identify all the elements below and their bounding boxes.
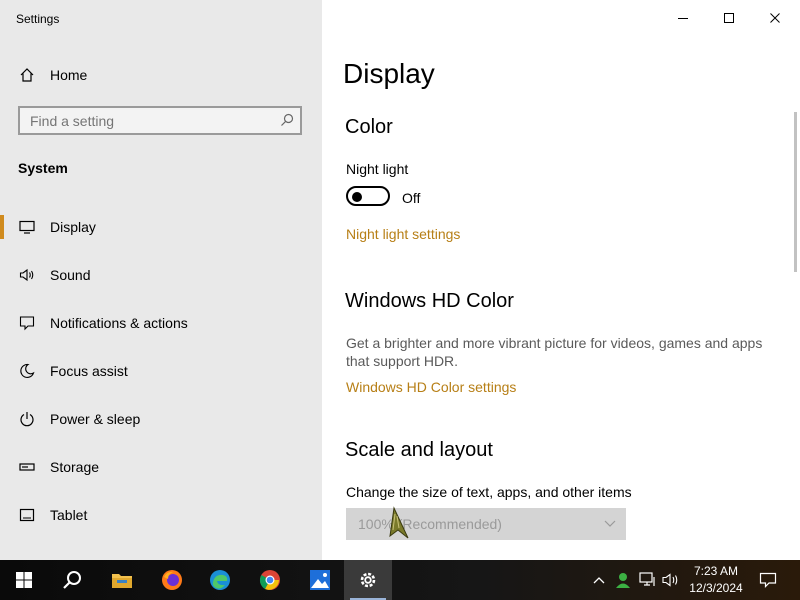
scrollbar[interactable]	[794, 112, 797, 272]
user-tray-button[interactable]	[612, 560, 634, 600]
photos-button[interactable]	[296, 560, 344, 600]
search-box[interactable]	[18, 106, 302, 135]
settings-icon	[358, 570, 378, 590]
sidebar-item-storage[interactable]: Storage	[0, 443, 322, 491]
clock-date: 12/3/2024	[689, 581, 743, 595]
hd-color-description: Get a brighter and more vibrant picture …	[346, 335, 763, 369]
sidebar-item-power-sleep[interactable]: Power & sleep	[0, 395, 322, 443]
edge-icon	[209, 569, 231, 591]
notification-center-button[interactable]	[754, 560, 782, 600]
chevron-up-icon	[593, 576, 605, 584]
sidebar-item-focus-assist[interactable]: Focus assist	[0, 347, 322, 395]
notification-icon	[18, 314, 36, 332]
nav-list: Display Sound Notifications & actions Fo…	[0, 203, 322, 539]
chevron-down-icon	[604, 518, 616, 528]
sidebar-item-label: Storage	[50, 459, 100, 475]
notification-center-icon	[759, 572, 777, 588]
toggle-knob	[352, 192, 362, 202]
scale-value: 100% (Recommended)	[358, 516, 502, 532]
network-icon	[639, 572, 657, 588]
home-icon	[18, 66, 36, 84]
sidebar: Settings Home System Display	[0, 0, 322, 560]
scale-layout-heading: Scale and layout	[345, 439, 493, 461]
sidebar-item-sound[interactable]: Sound	[0, 251, 322, 299]
sidebar-item-label: Tablet	[50, 507, 88, 523]
speaker-icon	[18, 266, 36, 284]
search-input[interactable]	[20, 108, 270, 133]
sidebar-item-tablet[interactable]: Tablet	[0, 491, 322, 539]
taskbar: 7:23 AM 12/3/2024	[0, 560, 800, 600]
start-icon	[15, 571, 33, 589]
search-icon	[62, 570, 82, 590]
hd-color-heading: Windows HD Color	[345, 290, 514, 312]
sidebar-item-label: Power & sleep	[50, 411, 141, 427]
cursor-icon	[386, 506, 412, 540]
sidebar-item-label: Sound	[50, 267, 91, 283]
sidebar-item-display[interactable]: Display	[0, 203, 322, 251]
storage-icon	[18, 458, 36, 476]
edge-button[interactable]	[196, 560, 244, 600]
settings-window: Settings Home System Display	[0, 0, 800, 560]
power-icon	[18, 410, 36, 428]
page-title: Display	[343, 58, 435, 89]
taskbar-clock[interactable]: 7:23 AM 12/3/2024	[684, 563, 748, 597]
chrome-button[interactable]	[246, 560, 294, 600]
color-heading: Color	[345, 116, 393, 138]
photos-icon	[309, 569, 331, 591]
volume-icon	[662, 572, 680, 588]
tablet-icon	[18, 506, 36, 524]
file-explorer-icon	[111, 571, 133, 589]
window-title: Settings	[16, 12, 60, 26]
chrome-icon	[259, 569, 281, 591]
hd-color-settings-link[interactable]: Windows HD Color settings	[346, 379, 516, 395]
user-icon	[614, 571, 632, 589]
home-label: Home	[50, 67, 88, 83]
settings-taskbar-button[interactable]	[344, 560, 392, 600]
change-size-label: Change the size of text, apps, and other…	[346, 484, 632, 500]
sidebar-item-notifications[interactable]: Notifications & actions	[0, 299, 322, 347]
night-light-settings-link[interactable]: Night light settings	[346, 226, 460, 242]
sidebar-item-label: Focus assist	[50, 363, 128, 379]
monitor-icon	[18, 218, 36, 236]
sidebar-item-label: Notifications & actions	[50, 315, 188, 331]
network-tray-button[interactable]	[637, 560, 659, 600]
search-icon[interactable]	[280, 113, 294, 127]
night-light-label: Night light	[346, 161, 409, 177]
night-light-toggle[interactable]	[346, 186, 390, 206]
file-explorer-button[interactable]	[98, 560, 146, 600]
moon-icon	[18, 362, 36, 380]
firefox-icon	[161, 569, 183, 591]
show-hidden-icons-button[interactable]	[590, 560, 608, 600]
sidebar-item-label: Display	[50, 219, 96, 235]
toggle-state: Off	[402, 190, 421, 206]
clock-time: 7:23 AM	[693, 564, 739, 578]
volume-tray-button[interactable]	[660, 560, 682, 600]
home-nav[interactable]: Home	[18, 64, 87, 86]
taskbar-search-button[interactable]	[48, 560, 96, 600]
firefox-button[interactable]	[148, 560, 196, 600]
start-button[interactable]	[0, 560, 48, 600]
section-heading: System	[18, 160, 68, 176]
